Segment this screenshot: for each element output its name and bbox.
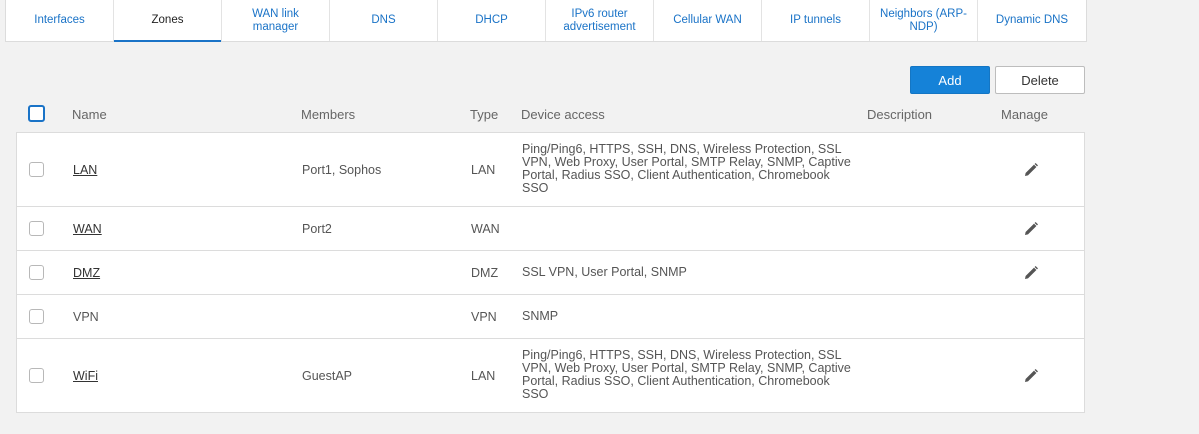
add-button[interactable]: Add (910, 66, 990, 94)
zone-type: LAN (471, 368, 496, 383)
tab-neighbors-arp-ndp[interactable]: Neighbors (ARP-NDP) (870, 0, 978, 41)
table-header: Name Members Type Device access Descript… (16, 100, 1085, 132)
zone-type: VPN (471, 310, 497, 324)
tab-zones[interactable]: Zones (114, 0, 222, 42)
pencil-icon[interactable] (1021, 219, 1041, 239)
column-header-device-access[interactable]: Device access (521, 107, 605, 122)
tab-dns[interactable]: DNS (330, 0, 438, 41)
zone-name[interactable]: LAN (73, 163, 97, 177)
column-header-manage: Manage (1001, 107, 1048, 122)
tab-dhcp[interactable]: DHCP (438, 0, 546, 41)
zone-type: WAN (471, 222, 500, 236)
zone-name[interactable]: DMZ (73, 266, 100, 280)
zone-members: Port2 (302, 222, 332, 236)
row-checkbox[interactable] (29, 221, 44, 236)
tab-wan-link-manager[interactable]: WAN link manager (222, 0, 330, 41)
table-row: WiFi GuestAP LAN Ping/Ping6, HTTPS, SSH, DN… (17, 339, 1084, 412)
table-row: VPN VPN SNMP (17, 295, 1084, 339)
zone-device-access: SSL VPN, User Portal, SNMP (522, 265, 687, 279)
table-row: WAN Port2 WAN (17, 207, 1084, 251)
row-checkbox[interactable] (29, 162, 44, 177)
tab-cellular-wan[interactable]: Cellular WAN (654, 0, 762, 41)
tab-ipv6-router-advertisement[interactable]: IPv6 router advertisement (546, 0, 654, 41)
column-header-name[interactable]: Name (72, 107, 107, 122)
tab-ip-tunnels[interactable]: IP tunnels (762, 0, 870, 41)
zone-members: GuestAP (302, 368, 353, 383)
column-header-members[interactable]: Members (301, 107, 355, 122)
zone-name: VPN (73, 310, 99, 324)
delete-button[interactable]: Delete (995, 66, 1085, 94)
zone-device-access: SNMP (522, 309, 559, 323)
tab-dynamic-dns[interactable]: Dynamic DNS (978, 0, 1086, 41)
tab-interfaces[interactable]: Interfaces (6, 0, 114, 41)
table-row: DMZ DMZ SSL VPN, User Portal, SNMP (17, 251, 1084, 295)
zone-device-access: Ping/Ping6, HTTPS, SSH, DNS, Wireless Pr… (522, 347, 851, 401)
row-checkbox[interactable] (29, 367, 44, 383)
zone-members: Port1, Sophos (302, 163, 382, 177)
select-all-checkbox[interactable] (28, 105, 45, 122)
column-header-type[interactable]: Type (470, 107, 498, 122)
row-checkbox[interactable] (29, 309, 44, 324)
pencil-icon[interactable] (1021, 160, 1041, 180)
zone-type: LAN (471, 163, 496, 177)
table-row: LAN Port1, Sophos LAN Ping/Ping6, HTTPS, SS… (17, 133, 1084, 207)
zone-name[interactable]: WiFi (73, 369, 98, 383)
column-header-description[interactable]: Description (867, 107, 932, 122)
row-checkbox[interactable] (29, 265, 44, 280)
zone-device-access: Ping/Ping6, HTTPS, SSH, DNS, Wireless Pr… (522, 142, 851, 195)
pencil-icon[interactable] (1021, 263, 1041, 283)
pencil-icon[interactable] (1021, 366, 1041, 386)
zone-name[interactable]: WAN (73, 222, 102, 236)
tab-bar: Interfaces Zones WAN link manager DNS DHCP IP… (5, 0, 1087, 42)
zones-table: LAN Port1, Sophos LAN Ping/Ping6, HTTPS, SS… (16, 132, 1085, 413)
zone-type: DMZ (471, 266, 499, 280)
